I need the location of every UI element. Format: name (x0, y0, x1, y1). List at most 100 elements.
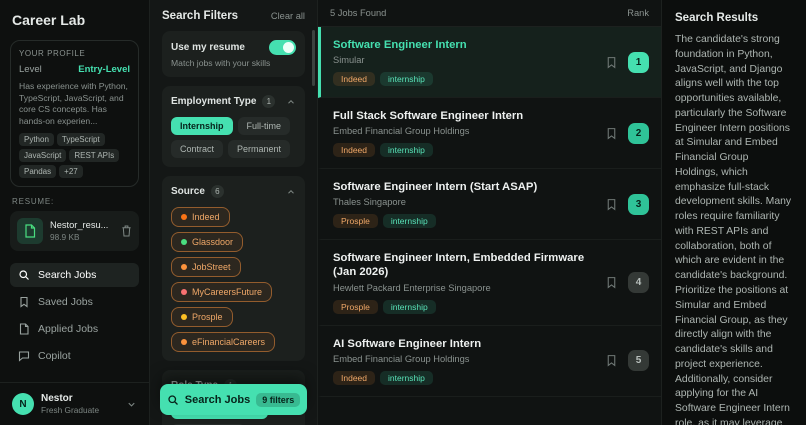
level-label: Level (19, 64, 42, 75)
sidebar-item-copilot[interactable]: Copilot (10, 344, 139, 368)
sidebar-item-applied-jobs[interactable]: Applied Jobs (10, 317, 139, 341)
job-title: Software Engineer Intern (Start ASAP) (333, 180, 537, 194)
resume-card: Nestor_resu... 98.9 KB (10, 211, 139, 251)
job-company: Embed Financial Group Holdings (333, 354, 481, 364)
results-title: Search Results (675, 12, 793, 24)
use-resume-card: Use my resume Match jobs with your skill… (162, 31, 305, 77)
sidebar-item-label: Applied Jobs (38, 323, 98, 335)
job-title: AI Software Engineer Intern (333, 337, 481, 351)
job-source-tag: Prosple (333, 300, 378, 314)
use-resume-label: Use my resume (171, 42, 245, 53)
chat-icon (18, 350, 30, 362)
job-type-tag: internship (380, 72, 433, 86)
sidebar-item-label: Copilot (38, 350, 71, 362)
job-card[interactable]: Software Engineer Intern (Start ASAP) Th… (318, 169, 661, 240)
resume-file-icon (17, 218, 43, 244)
job-list-panel: 5 Jobs Found Rank Software Engineer Inte… (318, 0, 662, 425)
source-option-prosple[interactable]: Prosple (171, 307, 233, 327)
rank-badge: 1 (628, 52, 649, 73)
source-option-indeed[interactable]: Indeed (171, 207, 230, 227)
bookmark-icon[interactable] (605, 198, 618, 211)
chevron-down-icon[interactable] (126, 399, 137, 410)
job-card[interactable]: Software Engineer Intern Simular Indeed … (318, 27, 661, 98)
filters-title: Search Filters (162, 10, 238, 22)
sidebar: Career Lab YOUR PROFILE Level Entry-Leve… (0, 0, 150, 425)
bookmark-icon[interactable] (605, 276, 618, 289)
job-title: Software Engineer Intern, Embedded Firmw… (333, 251, 597, 279)
job-company: Thales Singapore (333, 197, 537, 207)
sidebar-item-label: Search Jobs (38, 269, 96, 281)
profile-description: Has experience with Python, TypeScript, … (19, 81, 130, 127)
job-type-tag: internship (380, 371, 433, 385)
rank-badge: 5 (628, 350, 649, 371)
resume-filename: Nestor_resu... (50, 220, 108, 230)
job-card[interactable]: Software Engineer Intern, Embedded Firmw… (318, 240, 661, 325)
job-company: Embed Financial Group Holdings (333, 126, 523, 136)
resume-label: RESUME: (12, 197, 137, 206)
section-title: Employment Type (171, 96, 256, 107)
source-dot (181, 339, 187, 345)
clear-all-button[interactable]: Clear all (271, 11, 305, 21)
job-source-tag: Prosple (333, 214, 378, 228)
job-company: Simular (333, 55, 467, 65)
bookmark-icon (18, 296, 30, 308)
sidebar-menu: Search Jobs Saved Jobs Applied Jobs Copi… (10, 263, 139, 382)
source-section: Source 6 Indeed Glassdoor JobStreet (162, 176, 305, 361)
filter-option-internship[interactable]: Internship (171, 117, 233, 135)
sidebar-item-saved-jobs[interactable]: Saved Jobs (10, 290, 139, 314)
chevron-up-icon[interactable] (286, 187, 296, 197)
bookmark-icon[interactable] (605, 127, 618, 140)
skill-tag: Pandas (19, 165, 56, 178)
job-card[interactable]: AI Software Engineer Intern Embed Financ… (318, 326, 661, 397)
search-jobs-button[interactable]: Search Jobs 9 filters (160, 384, 307, 415)
search-icon (167, 394, 179, 406)
job-title: Full Stack Software Engineer Intern (333, 109, 523, 123)
job-company: Hewlett Packard Enterprise Singapore (333, 283, 597, 293)
source-header[interactable]: Source 6 (171, 185, 296, 198)
employment-type-header[interactable]: Employment Type 1 (171, 95, 296, 108)
job-card[interactable]: Full Stack Software Engineer Intern Embe… (318, 98, 661, 169)
filter-option-fulltime[interactable]: Full-time (238, 117, 291, 135)
bookmark-icon[interactable] (605, 56, 618, 69)
sidebar-item-search-jobs[interactable]: Search Jobs (10, 263, 139, 287)
source-dot (181, 289, 187, 295)
document-icon (18, 323, 30, 335)
filter-count-badge: 6 (211, 185, 224, 198)
skill-tag: Python (19, 133, 54, 146)
profile-card: YOUR PROFILE Level Entry-Level Has exper… (10, 40, 139, 187)
source-dot (181, 314, 187, 320)
user-menu[interactable]: N Nestor Fresh Graduate (0, 382, 149, 425)
jobs-found-count: 5 Jobs Found (330, 8, 386, 18)
filters-scrollbar[interactable] (312, 30, 315, 86)
filter-count-chip: 9 filters (256, 393, 300, 407)
results-summary-text: The candidate's strong foundation in Pyt… (675, 33, 793, 425)
filter-option-permanent[interactable]: Permanent (228, 140, 290, 158)
skill-tag-more[interactable]: +27 (59, 165, 83, 178)
source-dot (181, 214, 187, 220)
delete-resume-icon[interactable] (121, 225, 132, 237)
job-source-tag: Indeed (333, 143, 375, 157)
rank-badge: 3 (628, 194, 649, 215)
search-icon (18, 269, 30, 281)
filter-option-contract[interactable]: Contract (171, 140, 223, 158)
search-jobs-button-label: Search Jobs (185, 394, 250, 406)
source-option-glassdoor[interactable]: Glassdoor (171, 232, 243, 252)
chevron-up-icon[interactable] (286, 97, 296, 107)
source-option-efinancialcareers[interactable]: eFinancialCareers (171, 332, 275, 352)
use-resume-toggle[interactable] (269, 40, 296, 55)
level-value: Entry-Level (78, 64, 130, 75)
job-source-tag: Indeed (333, 371, 375, 385)
source-dot (181, 264, 187, 270)
resume-filesize: 98.9 KB (50, 232, 108, 242)
bookmark-icon[interactable] (605, 354, 618, 367)
job-type-tag: internship (383, 214, 436, 228)
skill-tags: Python TypeScript JavaScript REST APIs P… (19, 133, 130, 178)
section-title: Source (171, 186, 205, 197)
avatar: N (12, 393, 34, 415)
source-option-mycareersfuture[interactable]: MyCareersFuture (171, 282, 272, 302)
user-subtitle: Fresh Graduate (41, 405, 99, 415)
source-option-jobstreet[interactable]: JobStreet (171, 257, 241, 277)
use-resume-sublabel: Match jobs with your skills (171, 58, 296, 68)
source-dot (181, 239, 187, 245)
rank-column-label: Rank (627, 8, 649, 18)
